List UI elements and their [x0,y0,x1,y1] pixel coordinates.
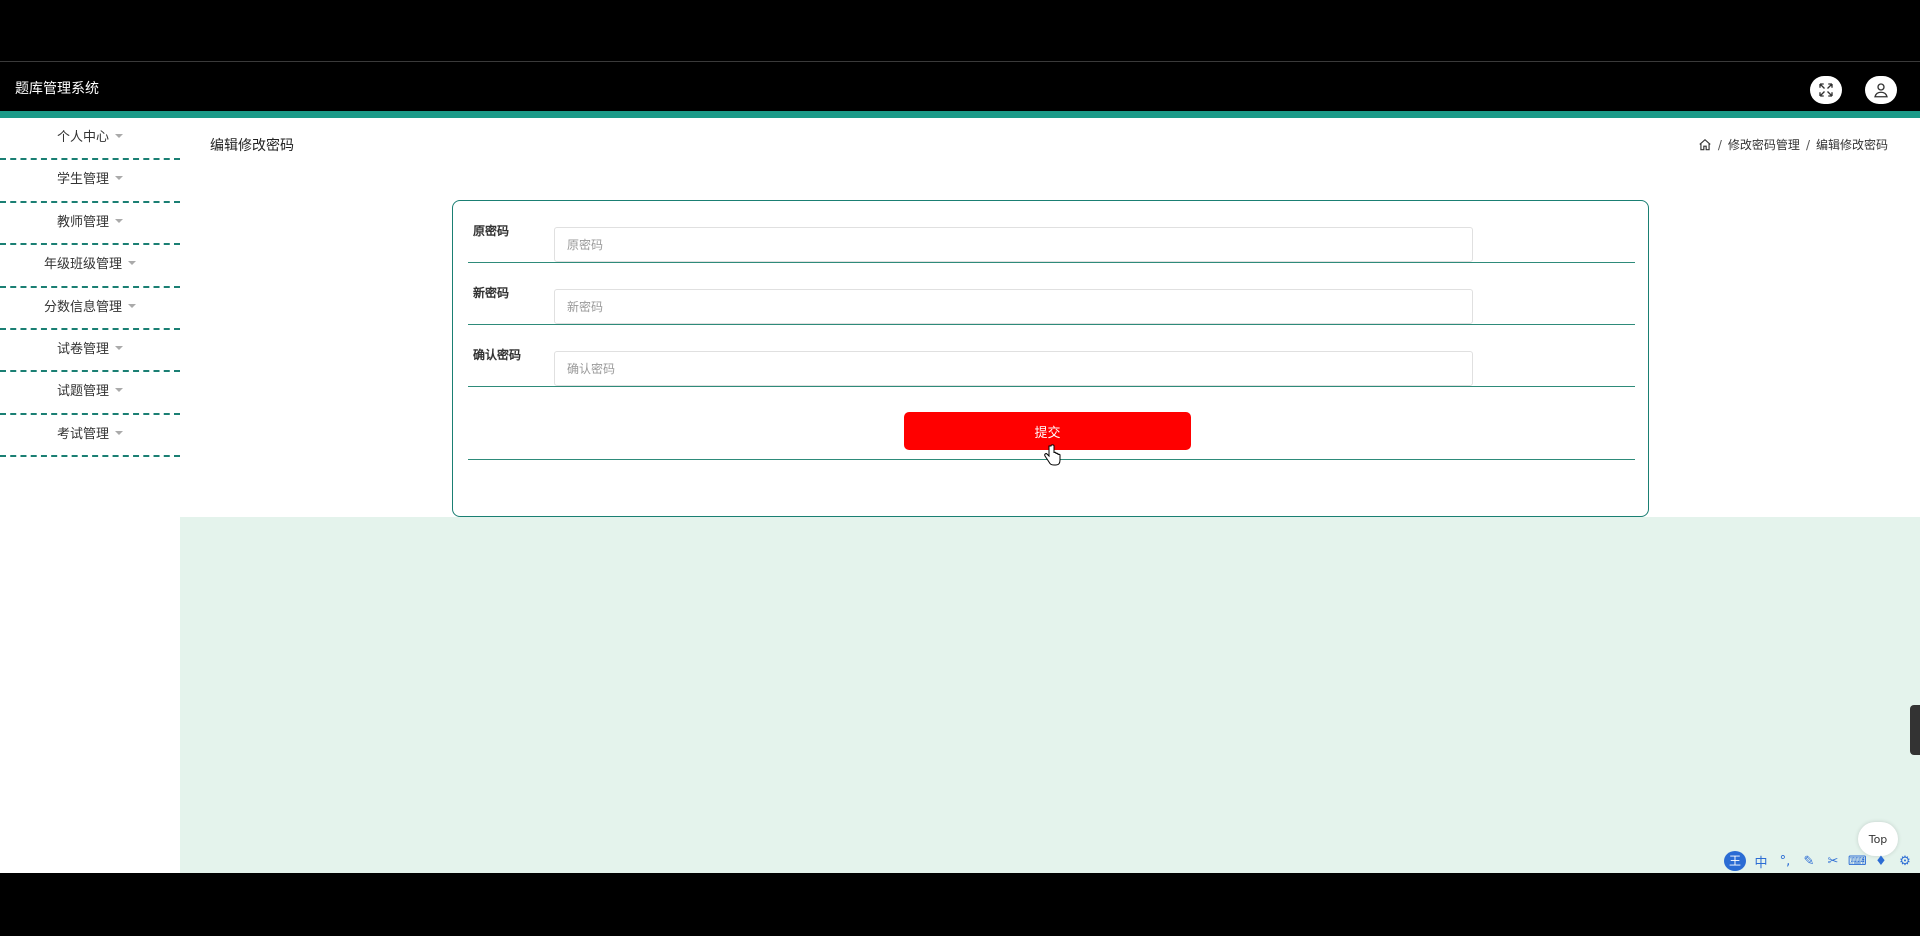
confirm-password-label: 确认密码 [473,348,522,362]
sidebar-item-teachers[interactable]: 教师管理 [0,203,180,246]
old-password-label: 原密码 [473,224,510,238]
form-row-old-password: 原密码 [468,201,1635,263]
caret-down-icon [115,176,123,181]
sidebar-item-label: 试卷管理 [56,341,109,357]
breadcrumb-separator: / [1805,137,1810,152]
keyboard-icon[interactable]: ⌨ [1848,854,1867,869]
sidebar-item-label: 分数信息管理 [43,299,122,315]
header-accent-bar [0,111,1920,118]
sidebar-item-papers[interactable]: 试卷管理 [0,330,180,373]
confirm-password-input[interactable] [554,351,1473,386]
ime-mode-toggle[interactable]: 中 [1752,852,1770,871]
caret-down-icon [115,345,123,350]
sidebar-item-label: 教师管理 [56,214,109,230]
form-row-new-password: 新密码 [468,263,1635,325]
breadcrumb-item[interactable]: 修改密码管理 [1728,136,1800,153]
breadcrumb-item: 编辑修改密码 [1815,138,1888,152]
fullscreen-button[interactable] [1810,76,1842,104]
breadcrumb: / 修改密码管理 / 编辑修改密码 [1698,136,1888,153]
side-panel-handle[interactable] [1910,705,1920,755]
caret-down-icon [128,303,136,308]
fullscreen-icon [1819,83,1833,97]
page-title: 编辑修改密码 [210,138,294,154]
caret-down-icon [128,261,136,266]
breadcrumb-separator: / [1717,137,1722,152]
browser-bottombar [0,873,1920,936]
ime-punct-toggle[interactable]: °, [1776,854,1794,869]
sidebar-item-students[interactable]: 学生管理 [0,160,180,203]
form-row-confirm-password: 确认密码 [468,325,1635,387]
app-title: 题库管理系统 [15,81,99,97]
app-header: 题库管理系统 [0,63,1920,111]
home-icon[interactable] [1698,138,1712,152]
ime-logo-icon[interactable]: 王 [1724,851,1746,871]
sidebar-item-scores[interactable]: 分数信息管理 [0,288,180,330]
pen-icon[interactable]: ✎ [1800,854,1818,869]
ime-toolbar: 王 中 °, ✎ ✂ ⌨ ♦ ⚙ [1722,850,1920,872]
sidebar-item-grades-classes[interactable]: 年级班级管理 [0,245,180,288]
caret-down-icon [115,134,123,138]
content-background [180,517,1920,873]
new-password-input[interactable] [554,289,1473,324]
caret-down-icon [115,218,123,223]
skin-icon[interactable]: ♦ [1872,854,1890,869]
user-icon [1874,83,1888,98]
password-form: 原密码 新密码 确认密码 [452,200,1649,517]
sidebar: 个人中心 学生管理 教师管理 年级班级管理 分数信息管理 试卷管理 试题管理 考… [0,118,180,873]
hand-cursor-icon [1044,444,1061,466]
old-password-input[interactable] [554,227,1473,262]
browser-topbar [0,0,1920,62]
sidebar-item-label: 年级班级管理 [43,257,122,273]
caret-down-icon [115,388,123,393]
sidebar-item-label: 试题管理 [56,384,109,400]
new-password-label: 新密码 [473,286,510,300]
sidebar-item-label: 考试管理 [56,426,109,442]
sidebar-item-label: 学生管理 [56,172,109,188]
sidebar-item-questions[interactable]: 试题管理 [0,372,180,415]
gear-icon[interactable]: ⚙ [1896,854,1914,869]
caret-down-icon [115,430,123,435]
user-button[interactable] [1865,76,1897,104]
sidebar-item-label: 个人中心 [56,130,109,145]
sidebar-item-personal-center[interactable]: 个人中心 [0,118,180,161]
sidebar-item-exams[interactable]: 考试管理 [0,415,180,458]
scissors-icon[interactable]: ✂ [1824,854,1842,869]
